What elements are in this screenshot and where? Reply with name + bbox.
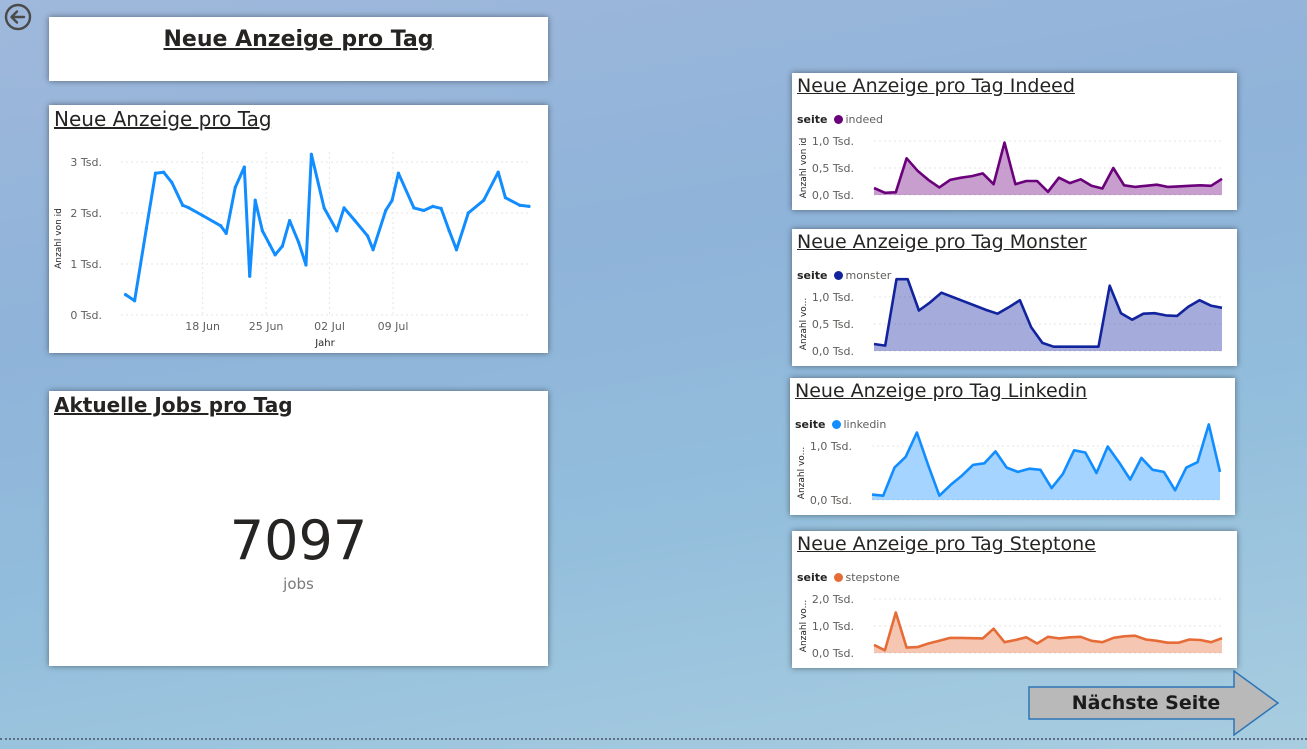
x-tick-label: 25 Jun xyxy=(249,320,284,333)
data-point xyxy=(273,253,277,257)
y-tick-label: 0,5 Tsd. xyxy=(812,162,854,175)
y-tick-label: 0,0 Tsd. xyxy=(812,189,854,202)
data-point xyxy=(187,206,191,210)
data-point xyxy=(422,208,426,213)
y-tick-label: 0,5 Tsd. xyxy=(812,318,854,331)
data-point xyxy=(335,229,339,233)
y-tick-label: 0 Tsd. xyxy=(70,309,102,322)
data-point xyxy=(396,171,401,175)
y-tick-label: 2,0 Tsd. xyxy=(812,593,854,606)
data-point xyxy=(219,224,223,228)
x-tick-label: 18 Jun xyxy=(185,320,220,333)
data-point xyxy=(454,248,459,252)
page-title: Neue Anzeige pro Tag xyxy=(163,27,434,52)
y-axis-label: Anzahl vo... xyxy=(797,447,807,499)
data-point xyxy=(527,204,531,208)
data-point xyxy=(466,211,470,215)
monster-area-chart[interactable]: 0,0 Tsd. 0,5 Tsd. 1,0 Tsd.Anzahl vo... xyxy=(792,229,1237,366)
data-point xyxy=(288,219,292,223)
data-point xyxy=(353,219,357,223)
x-tick-label: 09 Jul xyxy=(378,320,409,333)
monster-chart-card[interactable]: Neue Anzeige pro Tag Monster seite monst… xyxy=(792,229,1237,366)
data-point xyxy=(181,203,185,207)
data-point xyxy=(366,234,370,238)
header-card: Neue Anzeige pro Tag xyxy=(49,17,548,81)
main-line-chart[interactable]: 0 Tsd. 1 Tsd. 2 Tsd. 3 Tsd. 18 Jun 25 Jun 02 J… xyxy=(49,105,548,353)
y-tick-label: 2 Tsd. xyxy=(70,207,102,220)
linkedin-area-chart[interactable]: 0,0 Tsd. 1,0 Tsd.Anzahl vo... xyxy=(790,378,1235,515)
data-point xyxy=(260,229,265,233)
data-point xyxy=(133,299,137,303)
data-point xyxy=(201,213,205,218)
kpi-value: 7097 xyxy=(229,509,368,572)
y-axis-label: Anzahl von id xyxy=(54,208,64,269)
kpi-title: Aktuelle Jobs pro Tag xyxy=(54,393,293,417)
x-tick-label: 02 Jul xyxy=(314,320,345,333)
data-point xyxy=(309,152,313,156)
data-point xyxy=(496,170,500,174)
data-point xyxy=(144,226,148,230)
data-point xyxy=(503,196,508,200)
indeed-area-chart[interactable]: 0,0 Tsd. 0,5 Tsd. 1,0 Tsd.Anzahl von id xyxy=(792,73,1237,210)
stepstone-chart-card[interactable]: Neue Anzeige pro Tag Steptone seite step… xyxy=(792,531,1237,668)
data-point xyxy=(431,204,435,208)
y-axis-label: Anzahl von id xyxy=(799,138,809,199)
linkedin-chart-card[interactable]: Neue Anzeige pro Tag Linkedin seite link… xyxy=(790,378,1235,515)
series-line xyxy=(124,152,530,303)
data-point xyxy=(268,243,272,247)
y-tick-label: 1,0 Tsd. xyxy=(810,440,852,453)
data-point xyxy=(123,293,128,297)
data-point xyxy=(322,206,326,210)
circle-arrow-left-icon xyxy=(4,3,32,31)
y-tick-label: 0,0 Tsd. xyxy=(812,647,854,660)
data-point xyxy=(412,206,416,210)
y-tick-label: 1,0 Tsd. xyxy=(812,620,854,633)
next-page-label: Nächste Seite xyxy=(1071,692,1221,714)
data-point xyxy=(153,171,158,175)
data-point xyxy=(371,248,375,252)
y-tick-label: 1,0 Tsd. xyxy=(812,291,854,304)
data-point xyxy=(248,274,252,278)
data-point xyxy=(233,185,237,190)
data-point xyxy=(253,198,257,202)
y-tick-label: 3 Tsd. xyxy=(70,156,102,169)
data-point xyxy=(224,231,228,235)
data-point xyxy=(384,208,388,213)
data-point xyxy=(390,198,394,202)
y-tick-label: 0,0 Tsd. xyxy=(810,494,852,507)
data-point xyxy=(170,180,174,184)
y-axis-label: Anzahl vo... xyxy=(799,298,809,350)
y-axis-label: Anzahl vo... xyxy=(799,600,809,652)
kpi-label: jobs xyxy=(283,575,314,593)
bottom-divider xyxy=(0,738,1307,740)
data-point xyxy=(162,170,166,174)
data-point xyxy=(304,263,308,267)
stepstone-area-chart[interactable]: 0,0 Tsd. 1,0 Tsd. 2,0 Tsd.Anzahl vo... xyxy=(792,531,1237,668)
kpi-card: Aktuelle Jobs pro Tag 7097 jobs xyxy=(49,391,548,666)
y-tick-label: 1,0 Tsd. xyxy=(812,135,854,148)
y-tick-label: 0,0 Tsd. xyxy=(812,345,854,358)
next-page-button[interactable]: Nächste Seite xyxy=(1028,670,1280,736)
series-area xyxy=(872,424,1220,500)
y-tick-label: 1 Tsd. xyxy=(70,258,102,271)
back-button[interactable] xyxy=(4,3,32,31)
data-point xyxy=(342,206,346,210)
data-point xyxy=(518,203,522,207)
main-chart-card[interactable]: Neue Anzeige pro Tag 0 Tsd. 1 Tsd. 2 Tsd. 3… xyxy=(49,105,548,353)
series-area xyxy=(874,612,1222,653)
data-point xyxy=(280,244,284,248)
data-point xyxy=(482,198,486,202)
indeed-chart-card[interactable]: Neue Anzeige pro Tag Indeed seite indeed… xyxy=(792,73,1237,210)
data-point xyxy=(242,165,246,169)
data-point xyxy=(297,240,301,245)
data-point xyxy=(439,206,443,211)
data-point xyxy=(447,229,451,233)
x-axis-label: Jahr xyxy=(314,338,335,349)
